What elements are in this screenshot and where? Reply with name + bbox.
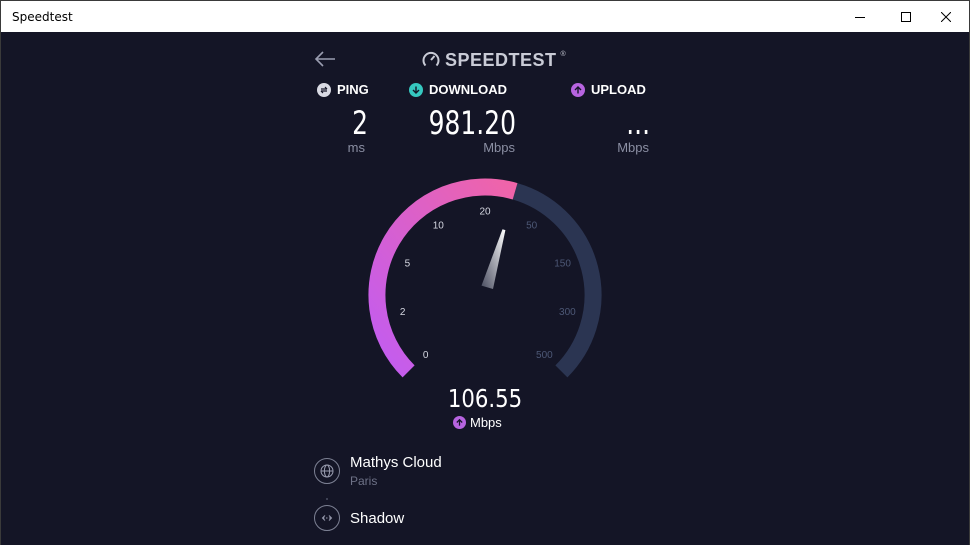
download-header: DOWNLOAD bbox=[409, 82, 507, 97]
logo-trademark: ® bbox=[560, 50, 566, 58]
upload-header: UPLOAD bbox=[571, 82, 646, 97]
upload-arrow-icon bbox=[453, 416, 466, 429]
current-unit-label: Mbps bbox=[470, 415, 502, 430]
upload-unit: Mbps bbox=[617, 140, 649, 155]
close-icon bbox=[941, 11, 951, 22]
current-speed-value: 106.55 bbox=[447, 384, 523, 413]
gauge-needle bbox=[481, 229, 506, 289]
download-label: DOWNLOAD bbox=[429, 82, 507, 97]
gauge-tick-label: 150 bbox=[554, 258, 571, 269]
server-provider-row[interactable]: Shadow bbox=[314, 505, 404, 531]
download-arrow-icon bbox=[409, 82, 423, 97]
gauge-tick-label: 5 bbox=[405, 258, 411, 269]
app-window: Speedtest SPEEDTEST ® PING 2 ms DOWNLOAD… bbox=[0, 0, 970, 545]
ping-icon bbox=[317, 82, 331, 97]
window-title: Speedtest bbox=[12, 10, 73, 24]
minimize-button[interactable] bbox=[837, 1, 883, 32]
upload-arrow-icon bbox=[571, 82, 585, 97]
server-host-name: Mathys Cloud bbox=[350, 454, 442, 471]
gauge-logo-icon bbox=[422, 51, 440, 67]
logo-text: SPEEDTEST bbox=[445, 49, 557, 70]
globe-icon bbox=[314, 458, 340, 484]
current-speed-unit: Mbps bbox=[453, 415, 502, 430]
download-unit: Mbps bbox=[483, 140, 515, 155]
upload-label: UPLOAD bbox=[591, 82, 646, 97]
connection-icon bbox=[314, 505, 340, 531]
gauge-tick-label: 300 bbox=[559, 307, 576, 318]
ping-label: PING bbox=[337, 82, 369, 97]
gauge-tick-label: 0 bbox=[423, 350, 429, 361]
back-arrow-icon[interactable] bbox=[313, 48, 337, 70]
ping-unit: ms bbox=[347, 140, 365, 155]
gauge-track bbox=[512, 183, 602, 378]
maximize-icon bbox=[901, 11, 911, 22]
gauge-tick-label: 2 bbox=[400, 307, 406, 318]
speedtest-logo: SPEEDTEST ® bbox=[421, 49, 566, 71]
gauge-tick-label: 50 bbox=[526, 221, 538, 232]
minimize-icon bbox=[855, 16, 865, 18]
server-provider-name: Shadow bbox=[350, 509, 405, 527]
ping-header: PING bbox=[317, 82, 369, 97]
gauge-tick-label: 20 bbox=[479, 207, 491, 218]
upload-value: ... bbox=[626, 104, 650, 142]
server-host-location: Paris bbox=[350, 474, 378, 488]
server-host-row[interactable]: Mathys Cloud Paris bbox=[314, 454, 442, 488]
speed-gauge: 0 2 5 10 20 50 150 300 500 bbox=[368, 178, 602, 378]
gauge-tick-label: 500 bbox=[536, 350, 553, 361]
gauge-tick-label: 10 bbox=[433, 221, 445, 232]
close-button[interactable] bbox=[923, 1, 969, 32]
main-content: SPEEDTEST ® PING 2 ms DOWNLOAD 981.20 Mb… bbox=[1, 32, 969, 545]
ping-value: 2 bbox=[352, 104, 368, 142]
separator-dot bbox=[326, 498, 328, 500]
title-bar[interactable]: Speedtest bbox=[1, 1, 969, 32]
download-value: 981.20 bbox=[428, 104, 516, 142]
